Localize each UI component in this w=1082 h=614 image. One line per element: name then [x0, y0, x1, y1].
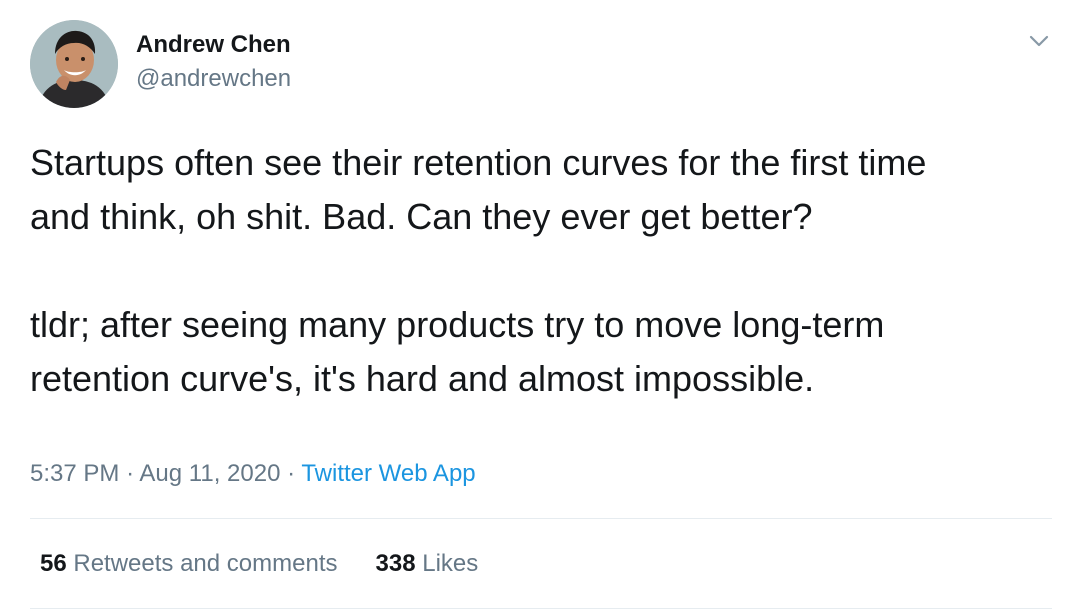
- tweet-meta: 5:37 PM · Aug 11, 2020 · Twitter Web App: [30, 458, 476, 490]
- tweet-stats: 56 Retweets and comments 338 Likes: [40, 548, 478, 580]
- tweet-card: Andrew Chen @andrewchen Startups often s…: [0, 0, 1082, 614]
- chevron-down-icon[interactable]: [1024, 28, 1054, 54]
- divider: [30, 608, 1052, 609]
- tweet-source-link[interactable]: Twitter Web App: [301, 460, 475, 487]
- retweets-label: Retweets and comments: [73, 550, 338, 577]
- retweets-count: 56: [40, 550, 67, 577]
- likes-count: 338: [375, 550, 416, 577]
- author-handle[interactable]: @andrewchen: [136, 64, 291, 94]
- meta-separator: ·: [287, 460, 296, 487]
- tweet-date[interactable]: Aug 11, 2020: [139, 460, 280, 487]
- likes-stat[interactable]: 338 Likes: [376, 550, 479, 577]
- likes-label: Likes: [422, 550, 479, 577]
- tweet-paragraph: Startups often see their retention curve…: [30, 142, 927, 237]
- tweet-time[interactable]: 5:37 PM: [30, 460, 119, 487]
- meta-separator: ·: [126, 460, 135, 487]
- retweets-stat[interactable]: 56 Retweets and comments: [40, 550, 338, 577]
- tweet-text: Startups often see their retention curve…: [30, 136, 1060, 406]
- tweet-paragraph: tldr; after seeing many products try to …: [30, 304, 885, 399]
- divider: [30, 518, 1052, 519]
- avatar-image: [30, 20, 118, 108]
- author-name[interactable]: Andrew Chen: [136, 30, 291, 60]
- avatar[interactable]: [30, 20, 118, 108]
